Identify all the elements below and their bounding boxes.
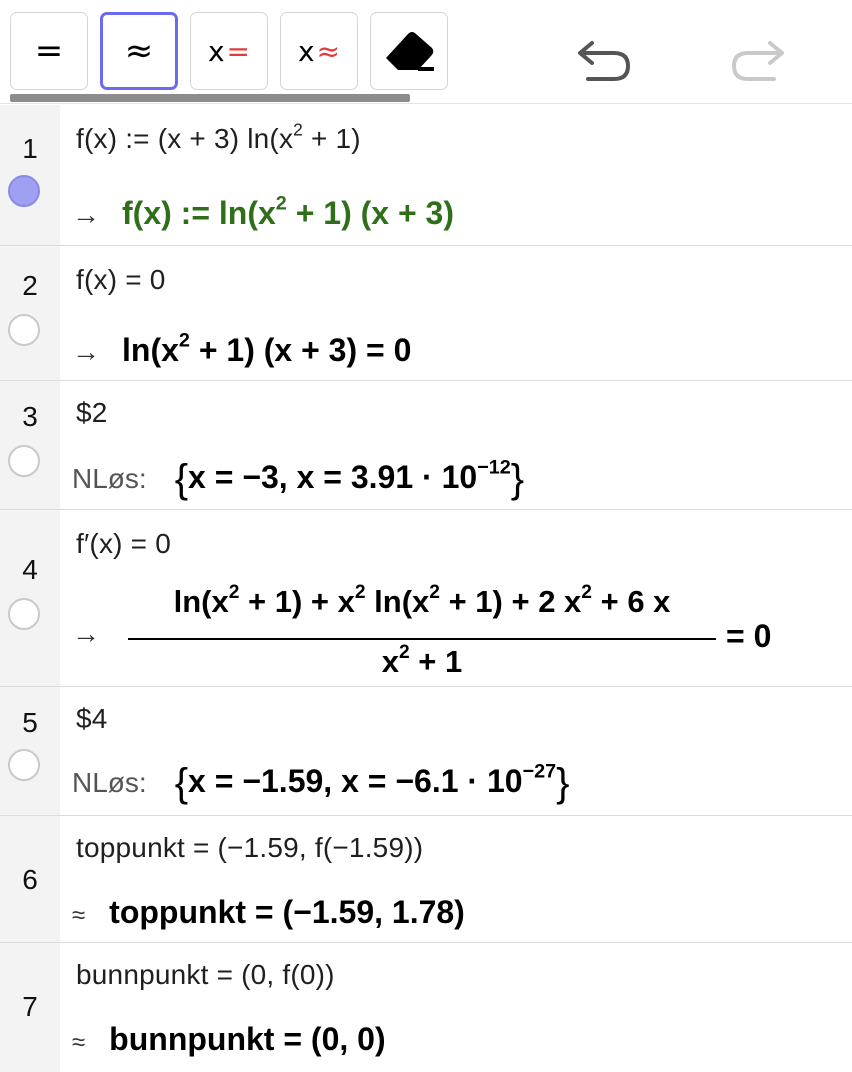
den-text: x [381, 644, 399, 679]
solve-button[interactable]: x= [190, 12, 268, 90]
eraser-icon [386, 32, 434, 71]
fraction-denominator: x2 + 1 [128, 642, 716, 680]
equals-icon: = [34, 31, 64, 71]
num-exponent: 2 [581, 582, 592, 604]
output-text: + 1) (x + 3) = 0 [189, 332, 412, 368]
num-text: ln(x [365, 584, 430, 619]
output-text: toppunkt = (−1.59, 1.78) [109, 894, 465, 930]
cas-output: → f(x) := ln(x2 + 1) (x + 3) [72, 192, 454, 232]
visibility-toggle[interactable] [8, 445, 40, 477]
row-gutter [0, 510, 60, 686]
nsolve-label: NLøs: [72, 767, 147, 798]
row-number: 3 [22, 401, 38, 432]
redo-button[interactable] [726, 30, 790, 90]
brace-open: { [174, 761, 189, 805]
undo-icon [578, 41, 631, 81]
cas-output: ≈ bunnpunkt = (0, 0) [72, 1021, 386, 1058]
row-number: 5 [22, 707, 38, 738]
cas-row[interactable]: 3 $2 NLøs: {x = −3, x = 3.91 · 10−12} [0, 381, 852, 510]
output-text: + 1) (x + 3) [286, 195, 454, 231]
output-text: x = −3, x = 3.91 · 10 [188, 459, 478, 495]
fraction-numerator: ln(x2 + 1) + x2 ln(x2 + 1) + 2 x2 + 6 x [128, 582, 716, 620]
cas-output: NLøs: {x = −1.59, x = −6.1 · 10−27} [72, 761, 570, 806]
output-text: ln(x [122, 332, 179, 368]
row-number: 1 [22, 133, 38, 164]
row-number: 6 [22, 864, 38, 895]
brace-open: { [174, 457, 189, 501]
approx-icon: ≈ [72, 902, 86, 929]
row-number: 7 [22, 991, 38, 1022]
cas-input[interactable]: $4 [76, 703, 108, 735]
num-exponent: 2 [429, 582, 440, 604]
den-exponent: 2 [398, 642, 410, 664]
delete-button[interactable] [370, 12, 448, 90]
cas-output: → ln(x2 + 1) (x + 3) = 0 [72, 329, 412, 369]
num-text: + 1) + 2 x [439, 584, 582, 619]
evaluate-button[interactable]: = [10, 12, 88, 90]
visibility-toggle[interactable] [8, 598, 40, 630]
output-exponent: 2 [275, 192, 287, 215]
brace-close: } [510, 457, 525, 501]
output-exponent: −27 [522, 760, 557, 783]
equals-zero: = 0 [726, 618, 772, 654]
numeric-button[interactable]: ≈ [100, 12, 178, 90]
output-text: bunnpunkt = (0, 0) [109, 1021, 386, 1057]
visibility-toggle[interactable] [8, 175, 40, 207]
num-text: + 1) + x [239, 584, 355, 619]
input-text: f(x) := (x + 3) ln(x [76, 123, 294, 154]
row-number: 4 [22, 554, 38, 585]
arrow-icon: → [72, 336, 100, 367]
row-gutter [0, 246, 60, 380]
cas-output: NLøs: {x = −3, x = 3.91 · 10−12} [72, 457, 524, 502]
fraction-bar [128, 638, 716, 640]
cas-row[interactable]: 6 toppunkt = (−1.59, f(−1.59)) ≈ toppunkt… [0, 816, 852, 943]
num-text: + 6 x [591, 584, 671, 619]
solve-icon-sym: = [226, 34, 251, 68]
num-exponent: 2 [354, 582, 366, 604]
cas-row[interactable]: 1 f(x) := (x + 3) ln(x2 + 1) → f(x) := ln… [0, 105, 852, 246]
arrow-icon: → [72, 199, 100, 230]
input-text: + 1) [303, 123, 361, 154]
row-number: 2 [22, 270, 38, 301]
cas-row[interactable]: 2 f(x) = 0 → ln(x2 + 1) (x + 3) = 0 [0, 246, 852, 381]
brace-close: } [556, 761, 570, 805]
nsolve-icon-x: x [297, 34, 315, 68]
cas-output: ≈ toppunkt = (−1.59, 1.78) [72, 894, 465, 931]
nsolve-button[interactable]: x≈ [280, 12, 358, 90]
den-text: + 1 [409, 644, 463, 679]
output-text: f(x) := ln(x [122, 195, 276, 231]
redo-icon [731, 41, 784, 81]
cas-input[interactable]: f(x) = 0 [76, 264, 166, 296]
num-exponent: 2 [228, 582, 240, 604]
cas-input[interactable]: toppunkt = (−1.59, f(−1.59)) [76, 832, 423, 864]
cas-toolbar: = ≈ x= x≈ [0, 0, 852, 104]
num-text: ln(x [173, 584, 229, 619]
toolbar-scrollbar[interactable] [10, 94, 410, 102]
cas-row[interactable]: 5 $4 NLøs: {x = −1.59, x = −6.1 · 10−27} [0, 687, 852, 816]
nsolve-icon-sym: ≈ [316, 34, 341, 68]
output-exponent: −12 [477, 456, 511, 479]
output-text: x = −1.59, x = −6.1 · 10 [188, 763, 523, 799]
approx-icon: ≈ [72, 1029, 86, 1056]
output-exponent: 2 [178, 329, 190, 352]
nsolve-label: NLøs: [72, 463, 147, 494]
visibility-toggle[interactable] [8, 749, 40, 781]
undo-button[interactable] [572, 30, 636, 90]
cas-input[interactable]: bunnpunkt = (0, f(0)) [76, 959, 335, 991]
row-gutter [0, 105, 60, 245]
visibility-toggle[interactable] [8, 314, 40, 346]
arrow-icon: → [72, 618, 100, 649]
solve-icon: x= [208, 35, 250, 68]
approx-icon: ≈ [124, 31, 154, 71]
solve-icon-x: x [207, 34, 225, 68]
cas-input[interactable]: f(x) := (x + 3) ln(x2 + 1) [76, 119, 361, 155]
nsolve-icon: x≈ [298, 35, 340, 68]
cas-input[interactable]: $2 [76, 397, 108, 429]
input-exponent: 2 [293, 119, 304, 140]
cas-input[interactable]: f′(x) = 0 [76, 528, 171, 560]
cas-row[interactable]: 7 bunnpunkt = (0, f(0)) ≈ bunnpunkt = (0,… [0, 943, 852, 1072]
